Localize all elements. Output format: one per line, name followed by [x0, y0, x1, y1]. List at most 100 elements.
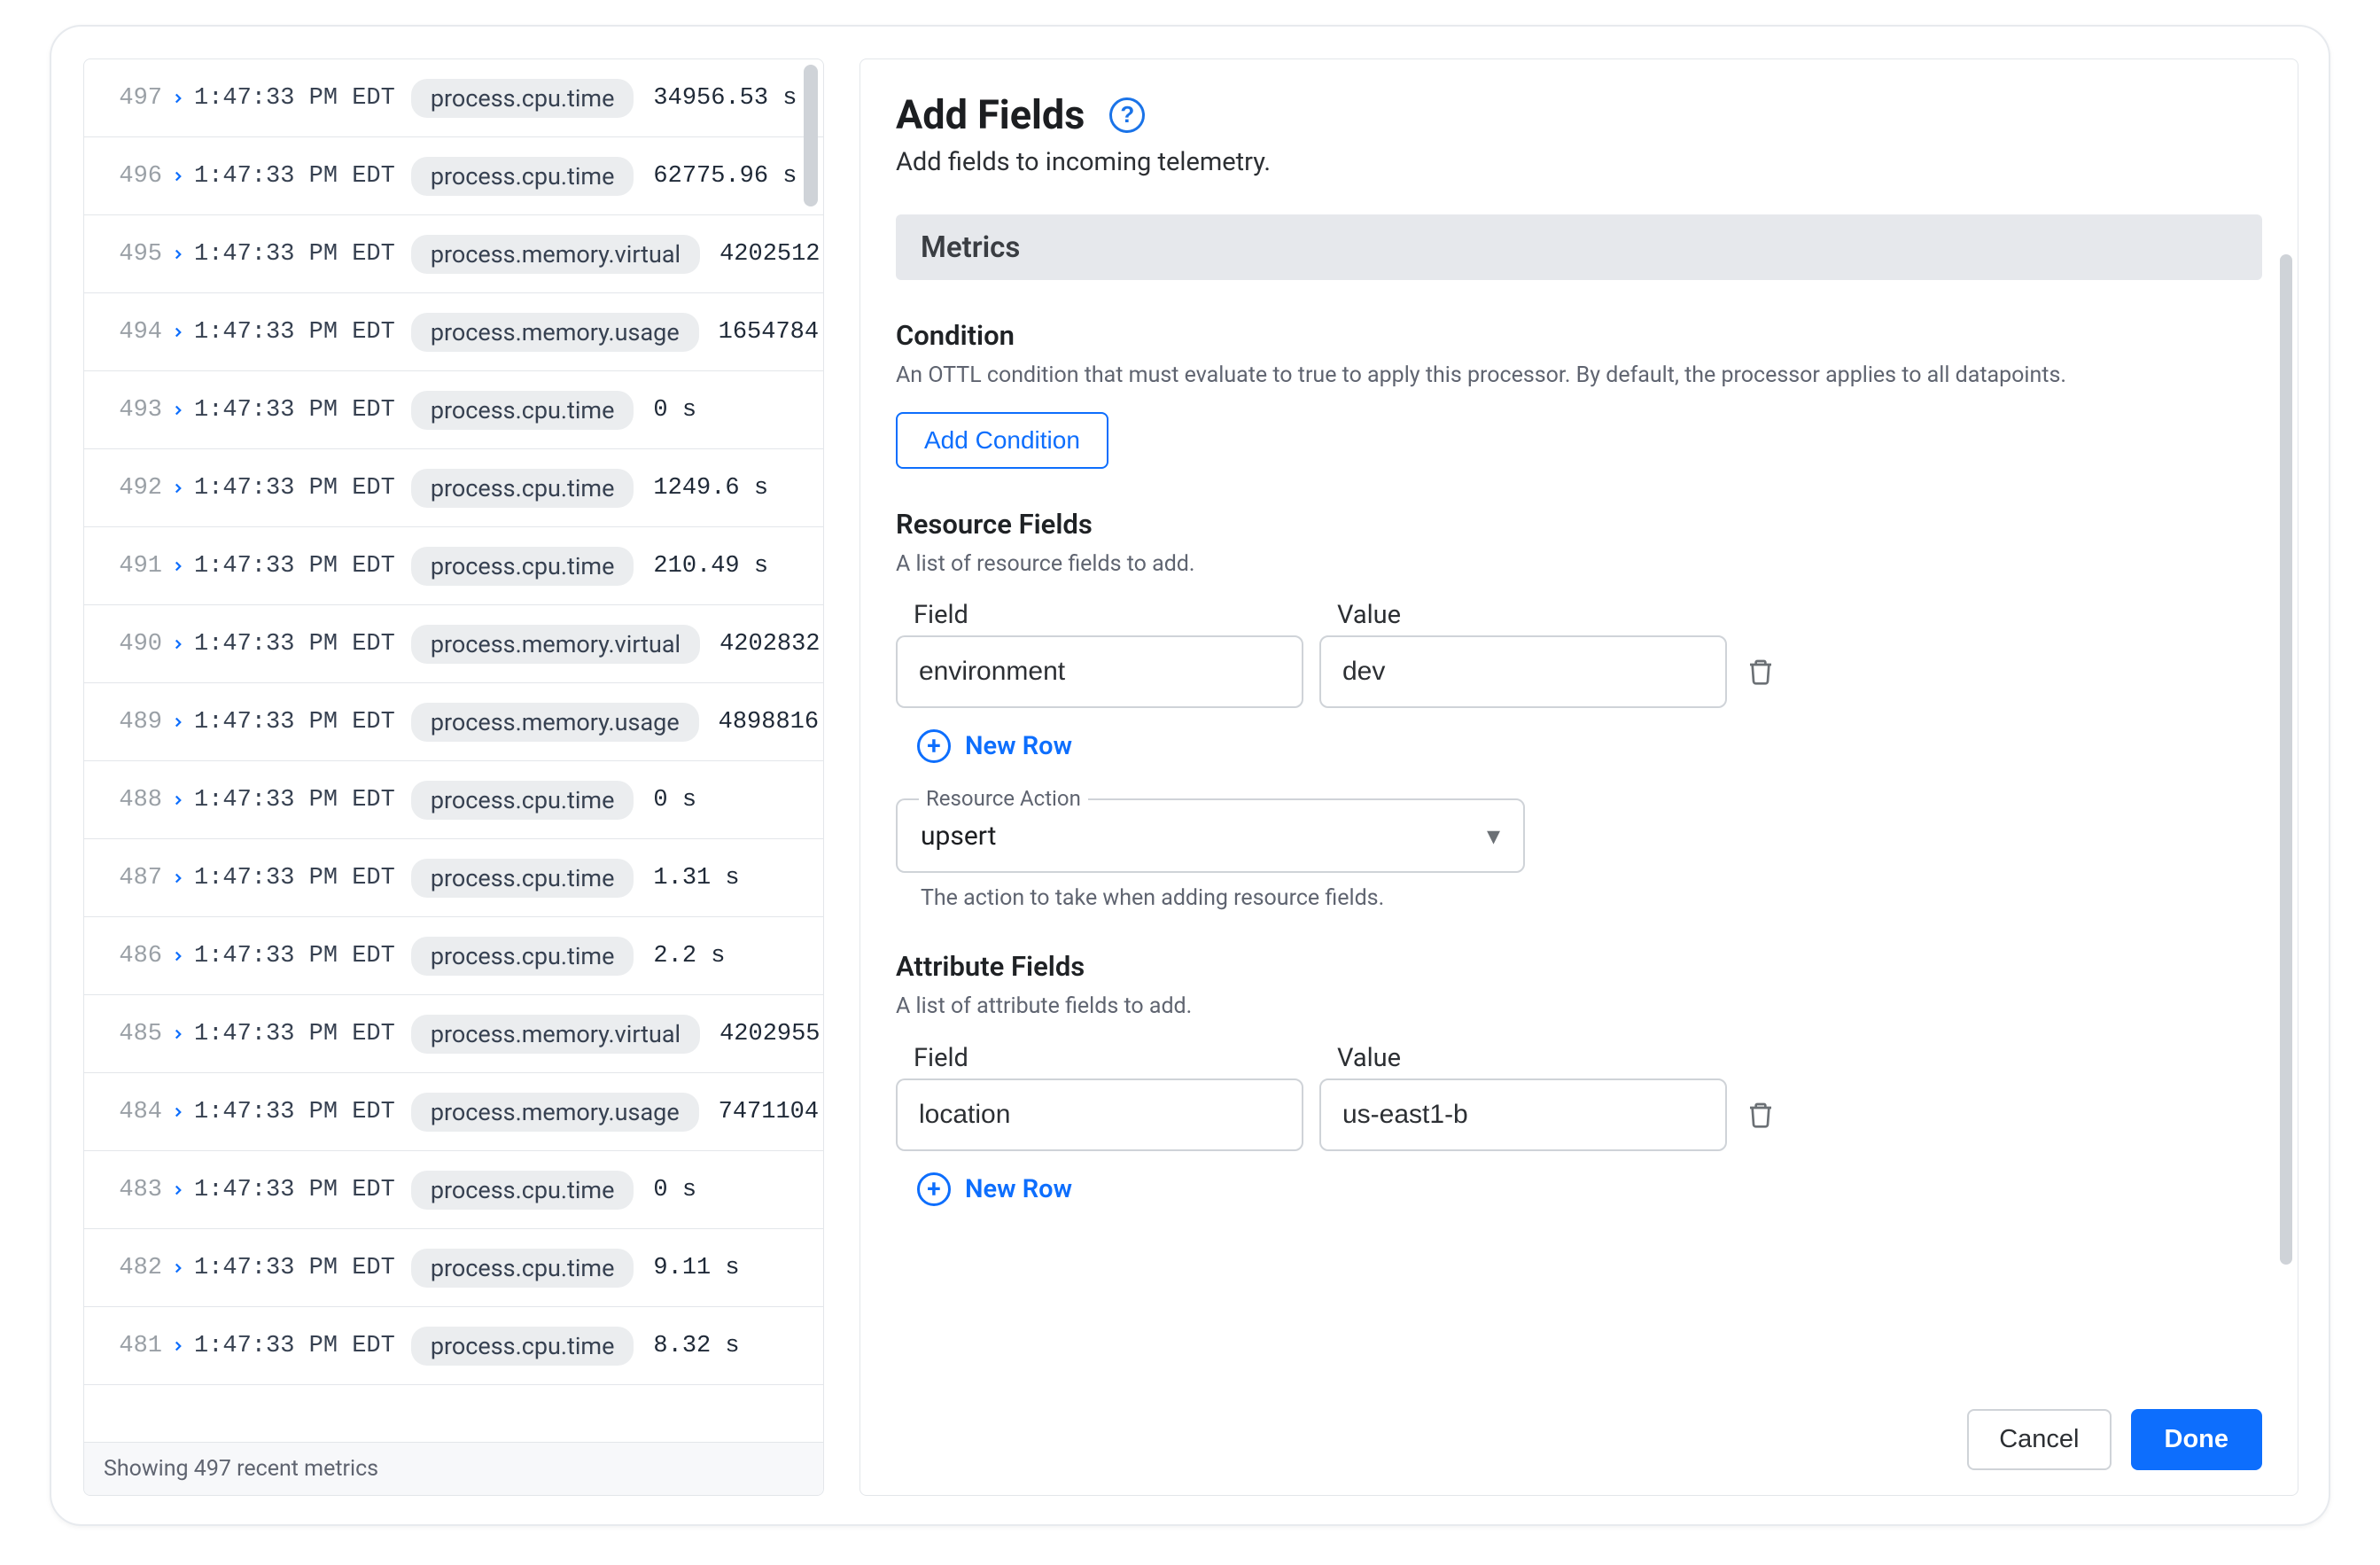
metric-timestamp: 1:47:33 PM EDT	[194, 163, 395, 190]
metrics-scrollbar[interactable]	[804, 65, 818, 206]
metric-name-tag: process.memory.virtual	[411, 235, 700, 274]
metric-value: 8.32 s	[653, 1333, 739, 1359]
metric-value: 0 s	[653, 787, 696, 814]
metric-timestamp: 1:47:33 PM EDT	[194, 943, 395, 969]
resource-field-input[interactable]	[896, 635, 1303, 708]
metric-row[interactable]: 4871:47:33 PM EDTprocess.cpu.time1.31 s	[84, 839, 823, 917]
metric-row[interactable]: 4971:47:33 PM EDTprocess.cpu.time34956.5…	[84, 59, 823, 137]
attribute-value-column-label: Value	[1337, 1043, 1745, 1073]
chevron-right-icon	[162, 1104, 194, 1120]
metric-row-number: 483	[109, 1177, 162, 1203]
metric-value: 4202512	[719, 241, 820, 268]
resource-field-column-label: Field	[914, 600, 1321, 630]
metric-row-number: 489	[109, 709, 162, 736]
metric-value: 4202832	[719, 631, 820, 658]
chevron-right-icon	[162, 168, 194, 184]
metric-timestamp: 1:47:33 PM EDT	[194, 553, 395, 580]
chevron-right-icon	[162, 636, 194, 652]
metric-timestamp: 1:47:33 PM EDT	[194, 1333, 395, 1359]
attribute-new-row-label: New Row	[965, 1174, 1072, 1204]
form-scrollbar[interactable]	[2280, 254, 2292, 1265]
metric-name-tag: process.cpu.time	[411, 1171, 634, 1210]
cancel-button[interactable]: Cancel	[1967, 1409, 2111, 1470]
metric-value: 0 s	[653, 397, 696, 424]
resource-action-value: upsert	[921, 821, 997, 852]
attribute-field-input[interactable]	[896, 1078, 1303, 1151]
chevron-right-icon	[162, 246, 194, 262]
metric-name-tag: process.cpu.time	[411, 79, 634, 118]
resource-action-label: Resource Action	[919, 786, 1088, 811]
metric-row[interactable]: 4841:47:33 PM EDTprocess.memory.usage747…	[84, 1073, 823, 1151]
metric-value: 2.2 s	[653, 943, 725, 969]
chevron-right-icon	[162, 402, 194, 418]
metric-row-number: 492	[109, 475, 162, 502]
page-subtitle: Add fields to incoming telemetry.	[896, 147, 2262, 177]
metric-timestamp: 1:47:33 PM EDT	[194, 1177, 395, 1203]
metric-value: 9.11 s	[653, 1255, 739, 1281]
metric-row[interactable]: 483 1:47:33 PM EDT process.cpu.time 0 s	[84, 1151, 823, 1229]
metric-name-tag: process.cpu.time	[411, 859, 634, 898]
metric-row-number: 497	[109, 85, 162, 112]
metric-name-tag: process.memory.usage	[411, 313, 699, 352]
metric-value: 0 s	[653, 1177, 696, 1203]
metric-row[interactable]: 4811:47:33 PM EDTprocess.cpu.time8.32 s	[84, 1307, 823, 1385]
resource-value-input[interactable]	[1319, 635, 1727, 708]
metric-row-number: 490	[109, 631, 162, 658]
metric-name-tag: process.cpu.time	[411, 391, 634, 430]
metric-row[interactable]: 4901:47:33 PM EDTprocess.memory.virtual4…	[84, 605, 823, 683]
chevron-right-icon	[162, 714, 194, 730]
metric-timestamp: 1:47:33 PM EDT	[194, 1099, 395, 1125]
metric-row[interactable]: 4951:47:33 PM EDTprocess.memory.virtual4…	[84, 215, 823, 293]
chevron-right-icon	[162, 1182, 194, 1198]
metric-row[interactable]: 4941:47:33 PM EDTprocess.memory.usage165…	[84, 293, 823, 371]
metric-name-tag: process.cpu.time	[411, 157, 634, 196]
metric-row[interactable]: 4881:47:33 PM EDTprocess.cpu.time0 s	[84, 761, 823, 839]
metric-timestamp: 1:47:33 PM EDT	[194, 709, 395, 736]
metric-row[interactable]: 4931:47:33 PM EDTprocess.cpu.time0 s	[84, 371, 823, 449]
resource-new-row-button[interactable]: + New Row	[896, 729, 1072, 763]
metric-name-tag: process.cpu.time	[411, 1249, 634, 1288]
metric-row-number: 496	[109, 163, 162, 190]
metric-timestamp: 1:47:33 PM EDT	[194, 85, 395, 112]
metric-value: 210.49 s	[653, 553, 768, 580]
metric-row[interactable]: 4961:47:33 PM EDTprocess.cpu.time62775.9…	[84, 137, 823, 215]
metric-name-tag: process.memory.usage	[411, 1093, 699, 1132]
chevron-right-icon	[162, 558, 194, 574]
metric-timestamp: 1:47:33 PM EDT	[194, 319, 395, 346]
chevron-down-icon: ▾	[1487, 821, 1500, 852]
attribute-new-row-button[interactable]: + New Row	[896, 1172, 1072, 1206]
page-title-text: Add Fields	[896, 91, 1085, 138]
add-condition-button[interactable]: Add Condition	[896, 412, 1108, 469]
metric-row-number: 493	[109, 397, 162, 424]
chevron-right-icon	[162, 1260, 194, 1276]
metric-name-tag: process.cpu.time	[411, 1327, 634, 1366]
metric-row[interactable]: 4911:47:33 PM EDTprocess.cpu.time210.49 …	[84, 527, 823, 605]
resource-fields-desc: A list of resource fields to add.	[896, 548, 2262, 581]
metric-row[interactable]: 4861:47:33 PM EDTprocess.cpu.time2.2 s	[84, 917, 823, 995]
metric-name-tag: process.cpu.time	[411, 937, 634, 976]
resource-row-delete-button[interactable]	[1743, 654, 1778, 689]
metric-name-tag: process.cpu.time	[411, 469, 634, 508]
metric-row-number: 494	[109, 319, 162, 346]
condition-desc: An OTTL condition that must evaluate to …	[896, 359, 2262, 393]
chevron-right-icon	[162, 90, 194, 106]
attribute-value-input[interactable]	[1319, 1078, 1727, 1151]
metric-row[interactable]: 4891:47:33 PM EDTprocess.memory.usage489…	[84, 683, 823, 761]
metric-row[interactable]: 4851:47:33 PM EDTprocess.memory.virtual4…	[84, 995, 823, 1073]
page-title: Add Fields ?	[896, 91, 2262, 138]
metric-row-number: 482	[109, 1255, 162, 1281]
metric-row[interactable]: 4921:47:33 PM EDTprocess.cpu.time1249.6 …	[84, 449, 823, 527]
chevron-right-icon	[162, 948, 194, 964]
metric-name-tag: process.memory.virtual	[411, 625, 700, 664]
attribute-row-delete-button[interactable]	[1743, 1097, 1778, 1133]
resource-action-select[interactable]: Resource Action upsert ▾	[896, 798, 1525, 873]
metric-row-number: 487	[109, 865, 162, 892]
done-button[interactable]: Done	[2131, 1409, 2263, 1470]
metric-value: 1.31 s	[653, 865, 739, 892]
metric-value: 4202955	[719, 1021, 820, 1047]
help-icon[interactable]: ?	[1109, 97, 1145, 133]
metric-row[interactable]: 4821:47:33 PM EDTprocess.cpu.time9.11 s	[84, 1229, 823, 1307]
metric-row-number: 484	[109, 1099, 162, 1125]
condition-title: Condition	[896, 319, 2262, 352]
chevron-right-icon	[162, 870, 194, 886]
